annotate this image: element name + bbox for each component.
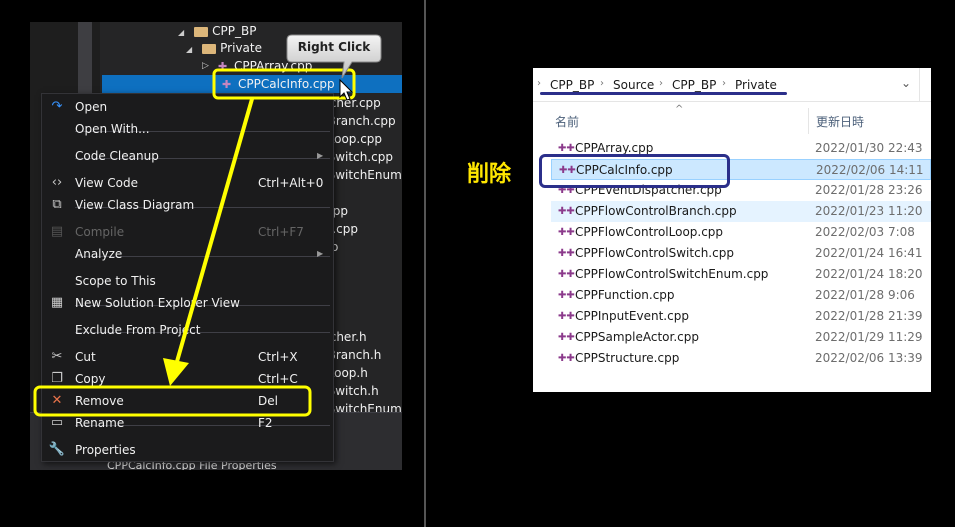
file-date: 2022/02/06 14:11 xyxy=(816,163,924,177)
chevron-right-icon: › xyxy=(659,78,663,89)
annotation-overlay xyxy=(33,34,382,417)
remove-highlight-box xyxy=(33,385,312,417)
column-header-modified[interactable]: 更新日時 xyxy=(816,113,864,130)
file-date: 2022/01/28 9:06 xyxy=(815,288,915,302)
arrowhead xyxy=(163,358,189,386)
file-date: 2022/02/03 7:08 xyxy=(815,225,915,239)
breadcrumb-underline xyxy=(540,92,787,95)
file-date: 2022/01/24 16:41 xyxy=(815,246,923,260)
cpp-file-icon: ✚✚ xyxy=(558,248,575,259)
divider xyxy=(424,0,426,527)
cpp-file-icon: ✚✚ xyxy=(558,311,575,322)
breadcrumb-item[interactable]: Private xyxy=(735,78,777,92)
file-date: 2022/02/06 13:39 xyxy=(815,351,923,365)
file-row[interactable]: ✚✚ CPPFlowControlBranch.cpp 2022/01/23 1… xyxy=(551,201,931,222)
file-name: CPPFunction.cpp xyxy=(575,288,675,302)
file-row[interactable]: ✚✚ CPPFlowControlLoop.cpp 2022/02/03 7:0… xyxy=(551,222,931,243)
column-divider[interactable] xyxy=(808,108,809,134)
file-name: CPPFlowControlBranch.cpp xyxy=(575,204,737,218)
file-date: 2022/01/24 18:20 xyxy=(815,267,923,281)
file-name: CPPFlowControlSwitchEnum.cpp xyxy=(575,267,769,281)
file-name: CPPFlowControlSwitch.cpp xyxy=(575,246,734,260)
file-explorer: › CPP_BP › Source › CPP_BP › Private ⌄ ^… xyxy=(533,68,931,392)
divider xyxy=(919,68,920,102)
selection-highlight-box xyxy=(539,154,730,188)
breadcrumb-item[interactable]: Source xyxy=(613,78,654,92)
sort-ascending-icon: ^ xyxy=(675,104,684,115)
chevron-right-icon: › xyxy=(537,78,541,89)
file-row[interactable]: ✚✚ CPPFlowControlSwitch.cpp 2022/01/24 1… xyxy=(551,243,931,264)
cpp-file-icon: ✚✚ xyxy=(558,290,575,301)
cpp-file-icon: ✚✚ xyxy=(558,353,575,364)
file-name: CPPSampleActor.cpp xyxy=(575,330,699,344)
file-name: CPPFlowControlLoop.cpp xyxy=(575,225,724,239)
file-row[interactable]: ✚✚ CPPFlowControlSwitchEnum.cpp 2022/01/… xyxy=(551,264,931,285)
file-date: 2022/01/23 11:20 xyxy=(815,204,923,218)
arrow-line xyxy=(174,98,254,366)
cpp-file-icon: ✚✚ xyxy=(558,332,575,343)
chevron-right-icon: › xyxy=(722,78,726,89)
cpp-file-icon: ✚✚ xyxy=(558,206,575,217)
delete-label: 削除 xyxy=(467,162,512,187)
file-row[interactable]: ✚✚ CPPSampleActor.cpp 2022/01/29 11:29 xyxy=(551,327,931,348)
file-name: CPPStructure.cpp xyxy=(575,351,680,365)
cpp-file-icon: ✚✚ xyxy=(558,227,575,238)
file-row[interactable]: ✚✚ CPPStructure.cpp 2022/02/06 13:39 xyxy=(551,348,931,369)
file-highlight-box xyxy=(212,68,356,100)
file-date: 2022/01/29 11:29 xyxy=(815,330,923,344)
chevron-down-icon[interactable]: ⌄ xyxy=(901,76,911,90)
file-name: CPPInputEvent.cpp xyxy=(575,309,689,323)
file-date: 2022/01/30 22:43 xyxy=(815,141,923,155)
file-date: 2022/01/28 23:26 xyxy=(815,183,923,197)
file-row[interactable]: ✚✚ CPPFunction.cpp 2022/01/28 9:06 xyxy=(551,285,931,306)
cpp-file-icon: ✚✚ xyxy=(558,269,575,280)
breadcrumb-item[interactable]: CPP_BP xyxy=(550,78,594,92)
column-header-name[interactable]: 名前 xyxy=(555,113,579,130)
chevron-right-icon: › xyxy=(600,78,604,89)
breadcrumb-item[interactable]: CPP_BP xyxy=(672,78,716,92)
file-row[interactable]: ✚✚ CPPInputEvent.cpp 2022/01/28 21:39 xyxy=(551,306,931,327)
callout-text: Right Click xyxy=(297,40,371,54)
file-date: 2022/01/28 21:39 xyxy=(815,309,923,323)
